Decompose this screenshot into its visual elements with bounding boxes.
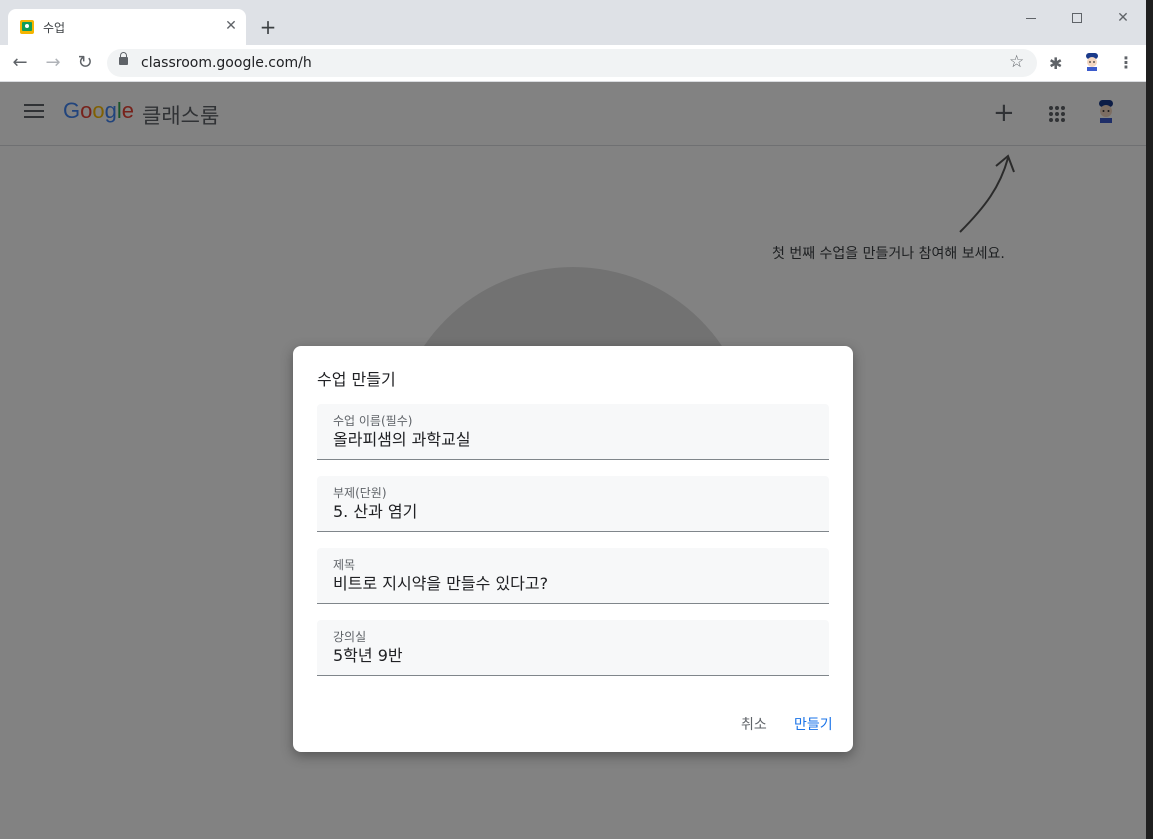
desktop-edge — [1146, 0, 1153, 839]
extensions-puzzle-icon[interactable]: ✱ — [1049, 54, 1062, 73]
new-tab-plus-icon[interactable]: + — [256, 15, 280, 39]
more-vert-icon[interactable]: ⋮ — [1118, 53, 1134, 72]
section-input[interactable] — [333, 500, 813, 519]
subject-input[interactable] — [333, 572, 813, 591]
cancel-button[interactable]: 취소 — [741, 714, 767, 734]
class-name-input[interactable] — [333, 428, 813, 447]
tab-close-icon[interactable]: ✕ — [222, 17, 240, 35]
subject-field[interactable]: 제목 — [317, 548, 829, 604]
dialog-title: 수업 만들기 — [317, 370, 396, 389]
field-label: 부제(단원) — [333, 486, 387, 500]
window-close-icon[interactable]: ✕ — [1110, 8, 1136, 28]
tab-title: 수업 — [43, 21, 66, 35]
browser-toolbar: ← → ↻ classroom.google.com/h ☆ ✱ ⋮ — [0, 45, 1146, 82]
bookmark-star-icon[interactable]: ☆ — [1009, 52, 1024, 72]
room-input[interactable] — [333, 644, 813, 663]
forward-icon[interactable]: → — [41, 51, 65, 75]
field-label: 수업 이름(필수) — [333, 414, 413, 428]
address-bar[interactable]: classroom.google.com/h ☆ — [107, 49, 1037, 77]
create-class-dialog: 수업 만들기 수업 이름(필수) 부제(단원) 제목 강의실 취소 만들기 — [293, 346, 853, 752]
back-icon[interactable]: ← — [8, 51, 32, 75]
field-label: 강의실 — [333, 630, 367, 644]
browser-tab[interactable]: 수업 ✕ — [8, 9, 246, 45]
room-field[interactable]: 강의실 — [317, 620, 829, 676]
reload-icon[interactable]: ↻ — [73, 51, 97, 75]
tab-strip: 수업 ✕ + ✕ — [0, 0, 1146, 45]
field-label: 제목 — [333, 558, 356, 572]
maximize-icon[interactable] — [1064, 8, 1090, 28]
create-button[interactable]: 만들기 — [794, 714, 833, 734]
minimize-icon[interactable] — [1018, 8, 1044, 28]
class-name-field[interactable]: 수업 이름(필수) — [317, 404, 829, 460]
url-text[interactable]: classroom.google.com/h — [141, 55, 312, 71]
profile-avatar-icon[interactable] — [1082, 51, 1102, 73]
classroom-favicon-icon — [20, 20, 34, 34]
lock-icon[interactable] — [119, 52, 128, 65]
section-field[interactable]: 부제(단원) — [317, 476, 829, 532]
